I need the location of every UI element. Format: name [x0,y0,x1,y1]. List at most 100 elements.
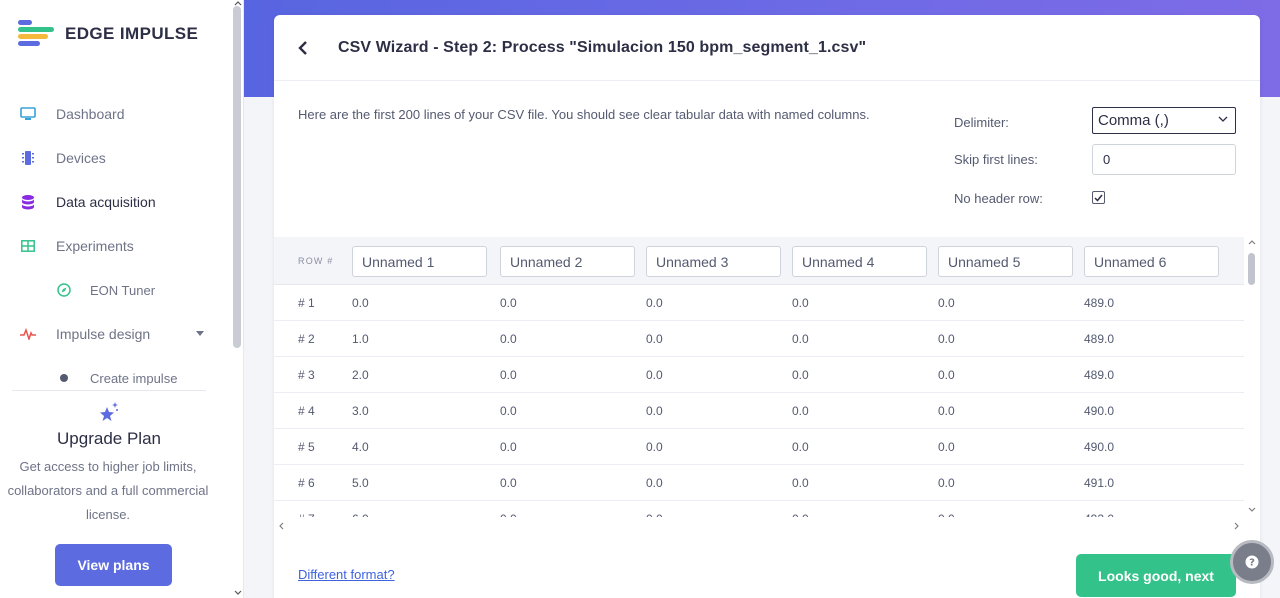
view-plans-button[interactable]: View plans [55,544,172,586]
row-id: # 4 [298,404,315,418]
sidebar-item-label: Devices [56,150,106,166]
scroll-right-arrow-icon[interactable] [1234,522,1240,530]
chevron-down-icon [1218,116,1228,122]
row-id: # 6 [298,476,315,490]
table-cell: 489.0 [1084,368,1115,382]
row-id: # 3 [298,368,315,382]
delimiter-select[interactable]: Comma (,) [1092,107,1236,134]
table-cell: 0.0 [792,296,809,310]
table-cell: 0.0 [792,404,809,418]
sidebar-item-label: EON Tuner [90,282,156,298]
checkmark-icon [1094,194,1103,202]
column-name-input[interactable]: Unnamed 3 [646,246,781,277]
table-cell: 0.0 [500,296,517,310]
scroll-left-arrow-icon[interactable] [278,522,284,530]
chip-icon [20,150,36,166]
sidebar-item-data-acquisition[interactable]: Data acquisition [0,180,232,224]
table-cell: 0.0 [646,404,663,418]
different-format-link[interactable]: Different format? [298,567,395,582]
column-name-input[interactable]: Unnamed 6 [1084,246,1219,277]
brand-logo[interactable]: EDGE IMPULSE [18,20,198,48]
scroll-down-arrow-icon[interactable] [1248,507,1256,513]
table-cell: 0.0 [938,476,955,490]
upgrade-title: Upgrade Plan [57,429,161,448]
table-cell: 2.0 [352,368,369,382]
column-name-input[interactable]: Unnamed 1 [352,246,487,277]
wizard-title: CSV Wizard - Step 2: Process "Simulacion… [338,38,867,56]
sidebar-nav: Dashboard Devices Data acquisition Exper… [0,92,232,385]
sidebar-item-eon-tuner[interactable]: EON Tuner [0,268,232,312]
sidebar-item-create-impulse[interactable]: Create impulse [0,356,232,385]
svg-text:?: ? [1249,558,1255,569]
edge-impulse-logo-icon [18,20,54,48]
column-name-input[interactable]: Unnamed 5 [938,246,1073,277]
help-question-icon[interactable]: ? [1230,540,1274,584]
sidebar-item-experiments[interactable]: Experiments [0,224,232,268]
no-header-label: No header row: [954,191,1043,206]
sparkle-star-icon [12,399,206,425]
monitor-icon [20,106,36,122]
table-row: # 4 3.0 0.0 0.0 0.0 0.0 490.0 [274,393,1244,429]
csv-wizard-card: CSV Wizard - Step 2: Process "Simulacion… [274,15,1260,598]
table-cell: 0.0 [500,440,517,454]
delimiter-value: Comma (,) [1098,112,1169,129]
grid-icon [20,238,36,254]
scroll-up-arrow-icon[interactable] [234,0,242,6]
table-cell: 3.0 [352,404,369,418]
card-header: CSV Wizard - Step 2: Process "Simulacion… [274,15,1260,81]
row-id: # 1 [298,296,315,310]
intro-text: Here are the first 200 lines of your CSV… [298,107,870,122]
delimiter-label: Delimiter: [954,115,1009,130]
table-vertical-scrollbar[interactable] [1244,237,1260,517]
sidebar-item-label: Create impulse [90,370,178,386]
sidebar-item-dashboard[interactable]: Dashboard [0,92,232,136]
table-cell: 490.0 [1084,440,1115,454]
table-cell: 0.0 [792,476,809,490]
table-cell: 0.0 [500,332,517,346]
table-scrollbar-thumb[interactable] [1248,253,1255,285]
back-arrow-icon[interactable] [298,40,314,56]
table-cell: 0.0 [646,296,663,310]
sidebar-item-label: Experiments [56,238,134,254]
table-cell: 0.0 [938,332,955,346]
sidebar-item-impulse-design[interactable]: Impulse design [0,312,232,356]
table-cell: 0.0 [938,440,955,454]
table-cell: 490.0 [1084,404,1115,418]
column-name-input[interactable]: Unnamed 2 [500,246,635,277]
no-header-checkbox[interactable] [1092,191,1105,204]
table-cell: 5.0 [352,476,369,490]
table-cell: 0.0 [938,368,955,382]
table-cell: 1.0 [352,332,369,346]
table-horizontal-scrollbar[interactable] [274,517,1244,533]
table-header: ROW # Unnamed 1 Unnamed 2 Unnamed 3 Unna… [274,237,1244,285]
table-cell: 0.0 [792,368,809,382]
chevron-down-icon [196,331,204,336]
scroll-down-arrow-icon[interactable] [234,590,242,596]
table-cell: 0.0 [646,368,663,382]
database-icon [20,194,36,210]
compass-icon [56,282,72,298]
sidebar-item-label: Dashboard [56,106,125,122]
sidebar-item-devices[interactable]: Devices [0,136,232,180]
table-cell: 0.0 [500,476,517,490]
table-cell: 0.0 [792,440,809,454]
looks-good-next-button[interactable]: Looks good, next [1076,554,1236,597]
scroll-up-arrow-icon[interactable] [1248,239,1256,245]
table-cell: 0.0 [500,404,517,418]
column-name-input[interactable]: Unnamed 4 [792,246,927,277]
table-row: # 1 0.0 0.0 0.0 0.0 0.0 489.0 [274,285,1244,321]
table-cell: 0.0 [938,404,955,418]
table-row: # 5 4.0 0.0 0.0 0.0 0.0 490.0 [274,429,1244,465]
table-cell: 0.0 [352,296,369,310]
sidebar-scrollbar[interactable] [232,0,244,598]
sidebar: EDGE IMPULSE Dashboard Devices Data acqu… [0,0,244,598]
skip-lines-input[interactable]: 0 [1092,144,1236,175]
sidebar-scrollbar-thumb[interactable] [233,6,241,348]
table-cell: 0.0 [646,476,663,490]
row-id: # 2 [298,332,315,346]
table-cell: 0.0 [792,332,809,346]
sidebar-item-label: Data acquisition [56,194,156,210]
row-id: # 5 [298,440,315,454]
table-cell: 0.0 [646,332,663,346]
table-cell: 489.0 [1084,296,1115,310]
